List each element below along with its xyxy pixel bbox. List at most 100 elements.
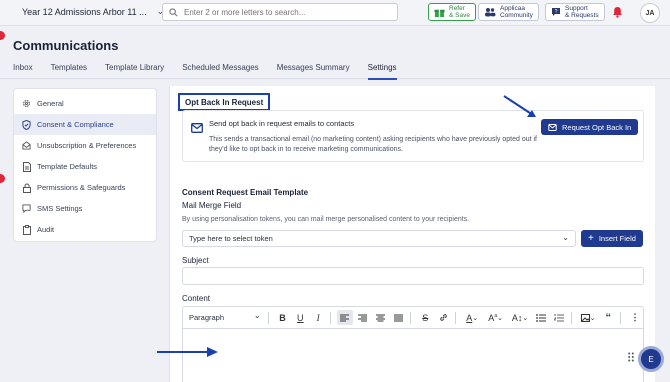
menu-item-label: Unsubscription & Preferences xyxy=(37,141,137,150)
bold-icon[interactable]: B xyxy=(275,310,291,325)
subject-input[interactable] xyxy=(182,267,644,285)
support-label-1: Support xyxy=(565,5,588,12)
toolbar-divider xyxy=(455,311,456,324)
mail-open-icon xyxy=(22,141,31,150)
align-justify-icon[interactable] xyxy=(391,310,407,325)
menu-item-label: Consent & Compliance xyxy=(37,120,114,129)
more-options-icon[interactable]: ⋮ xyxy=(627,310,643,325)
strikethrough-icon[interactable]: S xyxy=(417,310,433,325)
line-height-icon[interactable]: A↕ ⌄ xyxy=(509,310,531,325)
menu-item-label: Audit xyxy=(37,225,55,234)
chevron-down-icon: ⌄ xyxy=(253,311,261,320)
menu-item-unsubscription[interactable]: Unsubscription & Preferences xyxy=(14,135,156,156)
menu-item-permissions[interactable]: Permissions & Safeguards xyxy=(14,177,156,198)
menu-item-consent-compliance[interactable]: Consent & Compliance xyxy=(14,114,156,135)
underline-icon[interactable]: U xyxy=(292,310,308,325)
shield-check-icon xyxy=(22,119,31,130)
consent-template-title: Consent Request Email Template xyxy=(182,188,309,197)
tab-templates[interactable]: Templates xyxy=(51,63,87,80)
floating-action-button[interactable]: E xyxy=(638,346,664,372)
search-icon xyxy=(169,7,178,16)
tab-bar: Inbox Templates Template Library Schedul… xyxy=(13,63,415,80)
alert-dot xyxy=(0,31,5,40)
font-size-icon[interactable]: Aa ⌄ xyxy=(484,310,506,325)
community-label-1: Applicaa xyxy=(500,5,525,12)
refer-label-2: & Save xyxy=(449,12,470,19)
menu-item-general[interactable]: General xyxy=(14,93,156,114)
menu-item-label: General xyxy=(37,99,64,108)
gift-icon xyxy=(434,9,445,17)
content-label: Content xyxy=(182,294,211,303)
token-select-placeholder: Type here to select token xyxy=(189,234,273,243)
format-select[interactable]: Paragraph ⌄ xyxy=(189,310,264,325)
opt-back-in-card: Send opt back in request emails to conta… xyxy=(182,110,644,162)
support-button[interactable]: ? Support & Requests xyxy=(545,3,605,21)
workspace-name: Year 12 Admissions Arbor 11 ... xyxy=(22,6,147,17)
quote-icon[interactable]: “ xyxy=(600,310,616,325)
chevron-down-icon: ⌄ xyxy=(562,233,569,242)
document-icon xyxy=(22,161,31,172)
subject-label: Subject xyxy=(182,256,209,265)
notifications-button[interactable] xyxy=(609,4,625,20)
align-left-icon[interactable] xyxy=(337,310,353,325)
tab-scheduled-messages[interactable]: Scheduled Messages xyxy=(182,63,259,80)
tab-settings[interactable]: Settings xyxy=(367,63,397,80)
refer-save-button[interactable]: Refer & Save xyxy=(428,3,476,21)
format-select-value: Paragraph xyxy=(189,313,225,322)
opt-back-in-toggle-label: Send opt back in request emails to conta… xyxy=(209,119,355,128)
bullet-list-icon[interactable] xyxy=(533,310,549,325)
insert-field-label: Insert Field xyxy=(598,234,636,243)
page-title: Communications xyxy=(13,38,119,53)
search-input[interactable] xyxy=(184,7,384,17)
workspace-selector[interactable]: Year 12 Admissions Arbor 11 ... ⌄ xyxy=(22,6,164,17)
support-label-2: & Requests xyxy=(565,12,599,19)
menu-item-template-defaults[interactable]: Template Defaults xyxy=(14,156,156,177)
people-icon xyxy=(485,8,496,17)
lock-icon xyxy=(22,183,31,193)
refer-label-1: Refer xyxy=(449,5,465,12)
token-select[interactable]: Type here to select token ⌄ xyxy=(182,230,576,247)
community-button[interactable]: Applicaa Community xyxy=(478,3,539,21)
align-right-icon[interactable] xyxy=(355,310,371,325)
tab-template-library[interactable]: Template Library xyxy=(105,63,164,80)
toolbar-divider xyxy=(330,311,331,324)
toolbar-divider xyxy=(410,311,412,324)
mail-merge-title: Mail Merge Field xyxy=(182,201,242,210)
tab-messages-summary[interactable]: Messages Summary xyxy=(277,63,350,80)
toolbar-divider xyxy=(570,311,572,324)
content-editor[interactable]: Paragraph ⌄ B U I S A ⌄ Aa ⌄ A↕ ⌄ ⌄ “ ⋮ xyxy=(182,306,644,382)
menu-item-label: Permissions & Safeguards xyxy=(37,183,126,192)
numbered-list-icon[interactable] xyxy=(551,310,567,325)
settings-panel: Opt Back In Request Send opt back in req… xyxy=(169,86,655,382)
settings-menu: General Consent & Compliance Unsubscript… xyxy=(13,88,157,242)
request-opt-back-in-label: Request Opt Back In xyxy=(562,122,632,132)
clipboard-icon xyxy=(22,224,31,235)
text-color-icon[interactable]: A ⌄ xyxy=(462,310,483,325)
toolbar-divider xyxy=(620,311,622,324)
mail-merge-description: By using personalisation tokens, you can… xyxy=(182,216,470,223)
svg-text:?: ? xyxy=(555,9,558,15)
help-chat-icon: ? xyxy=(552,8,560,16)
insert-field-button[interactable]: + Insert Field xyxy=(581,230,643,247)
toolbar-divider xyxy=(267,311,269,324)
image-icon[interactable]: ⌄ xyxy=(578,310,599,325)
section-title-opt-back-in: Opt Back In Request xyxy=(178,93,271,111)
gear-icon xyxy=(22,99,31,108)
italic-icon[interactable]: I xyxy=(310,310,326,325)
community-label-2: Community xyxy=(500,12,533,19)
tab-inbox[interactable]: Inbox xyxy=(13,63,33,80)
search-box[interactable] xyxy=(162,3,398,21)
avatar[interactable]: JA xyxy=(640,3,660,23)
plus-icon: + xyxy=(588,233,594,244)
envelope-icon xyxy=(191,120,203,138)
bell-icon xyxy=(612,7,622,18)
align-center-icon[interactable] xyxy=(373,310,389,325)
drag-handle-icon[interactable] xyxy=(628,352,634,362)
chat-icon xyxy=(22,204,31,213)
menu-item-sms-settings[interactable]: SMS Settings xyxy=(14,198,156,219)
envelope-icon xyxy=(548,123,557,131)
link-icon[interactable] xyxy=(435,310,451,325)
menu-item-audit[interactable]: Audit xyxy=(14,219,156,240)
alert-dot xyxy=(0,174,5,183)
request-opt-back-in-button[interactable]: Request Opt Back In xyxy=(541,119,639,135)
